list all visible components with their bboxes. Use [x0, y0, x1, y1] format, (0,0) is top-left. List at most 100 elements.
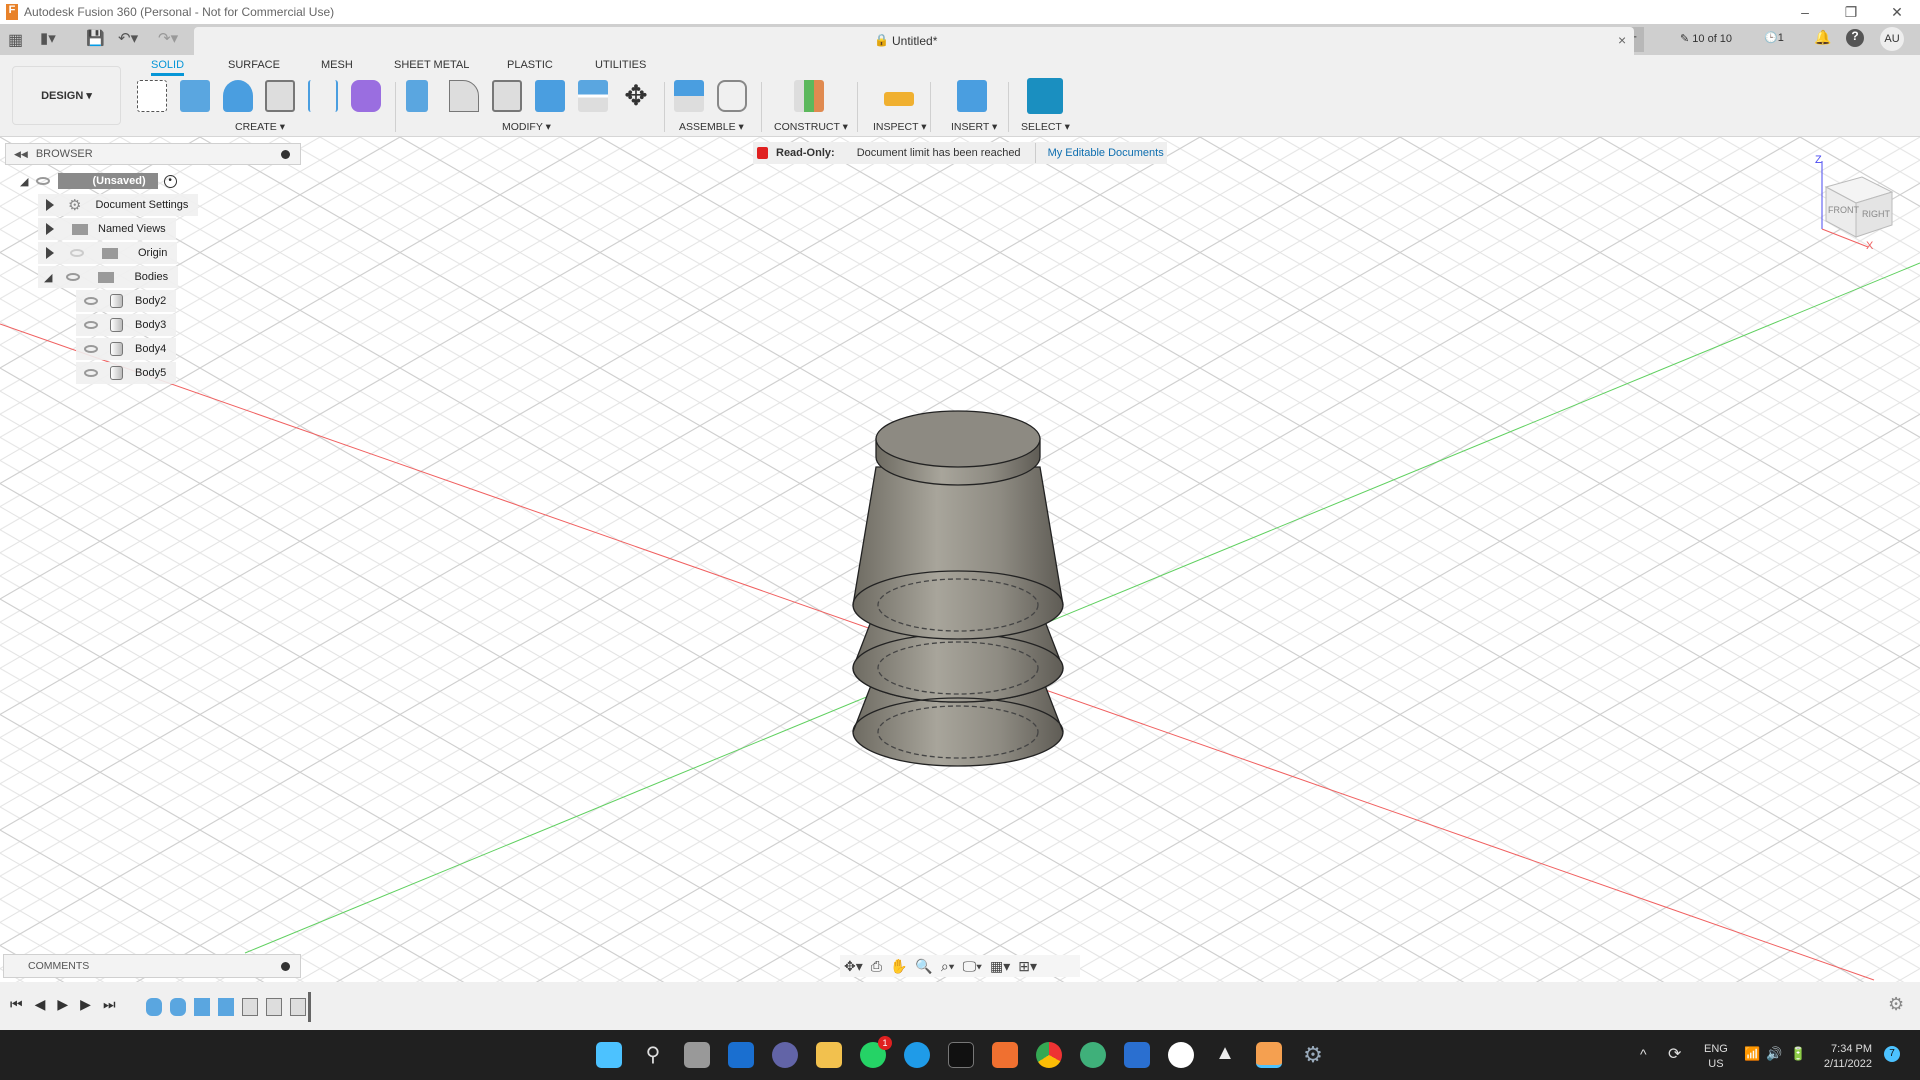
hole-icon[interactable] — [265, 80, 295, 112]
save-icon[interactable]: 💾 — [86, 29, 105, 47]
wifi-icon[interactable]: 📶 — [1744, 1046, 1760, 1062]
select-icon[interactable] — [1027, 78, 1063, 114]
fillet-icon[interactable] — [449, 80, 479, 112]
timeline-feature-cylinder[interactable] — [146, 998, 162, 1016]
teams-chat-icon[interactable] — [772, 1042, 798, 1068]
visibility-eye-icon[interactable] — [66, 273, 81, 281]
timeline-feature-chamfer[interactable] — [242, 998, 258, 1016]
collapse-triangle-icon[interactable]: ◢ — [20, 175, 28, 188]
construct-menu[interactable]: CONSTRUCT ▾ — [774, 121, 848, 133]
viewports-icon[interactable]: ⊞▾ — [1018, 958, 1037, 975]
apps-grid-icon[interactable]: ▦ — [8, 30, 23, 50]
tab-plastic[interactable]: PLASTIC — [507, 59, 553, 71]
timeline-prev-icon[interactable]: ◀ — [35, 996, 46, 1013]
whatsapp-icon[interactable]: 1 — [860, 1036, 892, 1068]
inspect-menu[interactable]: INSPECT ▾ — [873, 121, 927, 133]
pan-hand-icon[interactable]: ✋ — [890, 958, 907, 975]
insert-image-icon[interactable] — [957, 80, 987, 112]
visibility-eye-icon[interactable] — [84, 345, 98, 353]
split-body-icon[interactable] — [578, 80, 608, 112]
my-editable-documents-link[interactable]: My Editable Documents — [1048, 147, 1164, 159]
user-avatar[interactable]: AU — [1880, 27, 1904, 51]
create-sketch-icon[interactable] — [137, 80, 167, 112]
timeline-next-icon[interactable]: ▶ — [80, 996, 91, 1013]
activate-radio-icon[interactable]: • — [163, 174, 177, 188]
timeline-last-icon[interactable]: ⏭ — [103, 996, 116, 1013]
workspace-switcher[interactable]: DESIGN ▾ — [12, 66, 121, 125]
battery-icon[interactable]: 🔋 — [1790, 1046, 1806, 1062]
select-menu[interactable]: SELECT ▾ — [1021, 121, 1070, 133]
redo-icon[interactable]: ↷▾ — [158, 29, 178, 47]
visibility-eye-icon[interactable] — [84, 297, 98, 305]
browser-panel-header[interactable]: ◀◀ BROWSER — [5, 143, 301, 165]
extrude-icon[interactable] — [180, 80, 210, 112]
tree-item-body4[interactable]: Body4 — [76, 338, 177, 360]
add-comment-icon[interactable] — [281, 961, 290, 971]
3d-scene[interactable]: FRONT RIGHT Z X — [0, 137, 1920, 982]
slack-icon[interactable] — [1168, 1042, 1194, 1068]
language-indicator[interactable]: ENG US — [1704, 1042, 1728, 1072]
display-settings-icon[interactable]: 🖵▾ — [963, 958, 982, 975]
visibility-eye-icon[interactable] — [84, 321, 98, 329]
tab-sheet-metal[interactable]: SHEET METAL — [394, 59, 469, 71]
settings-gear-icon[interactable]: ⚙ — [1300, 1042, 1326, 1068]
orbit-icon[interactable]: ✥▾ — [844, 958, 863, 975]
close-tab-button[interactable]: × — [1618, 32, 1626, 48]
tree-item-document-settings[interactable]: ⚙ Document Settings — [38, 194, 199, 216]
timeline-marker[interactable] — [308, 992, 311, 1022]
tree-item-named-views[interactable]: Named Views — [38, 218, 176, 240]
timeline-feature-extrude[interactable] — [218, 998, 234, 1016]
tree-item-body3[interactable]: Body3 — [76, 314, 177, 336]
modify-menu[interactable]: MODIFY ▾ — [502, 121, 551, 133]
doc-count[interactable]: ✎ 10 of 10 — [1680, 32, 1732, 45]
tab-surface[interactable]: SURFACE — [228, 59, 280, 71]
expand-icon[interactable] — [46, 247, 54, 259]
offset-plane-icon[interactable] — [794, 80, 824, 112]
volume-icon[interactable]: 🔊 — [1766, 1046, 1782, 1062]
shell-icon[interactable] — [492, 80, 522, 112]
tree-item-body2[interactable]: Body2 — [76, 290, 177, 312]
undo-icon[interactable]: ↶▾ — [118, 29, 138, 47]
new-component-icon[interactable] — [674, 80, 704, 112]
pattern-icon[interactable] — [308, 80, 338, 112]
terminal-icon[interactable] — [948, 1042, 974, 1068]
job-status[interactable]: 🕒1 — [1764, 31, 1784, 44]
timeline-feature-chamfer[interactable] — [266, 998, 282, 1016]
viewcube-front-label[interactable]: FRONT — [1828, 205, 1859, 215]
top-face[interactable] — [875, 410, 1041, 468]
atom-icon[interactable] — [1080, 1042, 1106, 1068]
tree-item-body5[interactable]: Body5 — [76, 362, 177, 384]
sync-icon[interactable]: ⟳ — [1668, 1044, 1681, 1064]
assemble-menu[interactable]: ASSEMBLE ▾ — [679, 121, 744, 133]
notification-count-badge[interactable]: 7 — [1884, 1046, 1900, 1062]
zoom-icon[interactable]: 🔍 — [915, 958, 932, 975]
move-icon[interactable]: ✥ — [621, 80, 651, 112]
file-menu-icon[interactable]: ▮▾ — [40, 29, 56, 47]
expand-icon[interactable] — [46, 223, 54, 235]
widgets-icon[interactable] — [728, 1042, 754, 1068]
press-pull-icon[interactable] — [406, 80, 428, 112]
xampp-icon[interactable] — [992, 1042, 1018, 1068]
start-icon[interactable] — [596, 1042, 622, 1068]
restore-button[interactable]: ❐ — [1828, 4, 1874, 21]
canvas-viewport[interactable]: FRONT RIGHT Z X — [0, 137, 1920, 982]
task-view-icon[interactable] — [684, 1042, 710, 1068]
tree-root[interactable]: ◢ (Unsaved) • — [20, 170, 177, 192]
show-hidden-icons[interactable]: ^ — [1640, 1046, 1647, 1062]
viewcube-right-label[interactable]: RIGHT — [1862, 209, 1891, 219]
chrome-icon[interactable] — [1036, 1042, 1062, 1068]
timeline-feature-cylinder[interactable] — [170, 998, 186, 1016]
close-window-button[interactable]: ✕ — [1874, 4, 1920, 21]
timeline-first-icon[interactable]: ⏮ — [10, 996, 23, 1013]
search-icon[interactable]: ⚲ — [640, 1042, 666, 1068]
file-explorer-icon[interactable] — [816, 1042, 842, 1068]
inkscape-icon[interactable]: ▲ — [1212, 1042, 1238, 1068]
combine-icon[interactable] — [535, 80, 565, 112]
tab-utilities[interactable]: UTILITIES — [595, 59, 646, 71]
fit-icon[interactable]: ⌕▾ — [941, 958, 955, 975]
timeline-settings-gear-icon[interactable]: ⚙ — [1888, 994, 1904, 1015]
insert-menu[interactable]: INSERT ▾ — [951, 121, 997, 133]
create-form-icon[interactable] — [351, 80, 381, 112]
visibility-eye-icon[interactable] — [84, 369, 98, 377]
tree-item-bodies[interactable]: ◢ Bodies — [38, 266, 179, 288]
